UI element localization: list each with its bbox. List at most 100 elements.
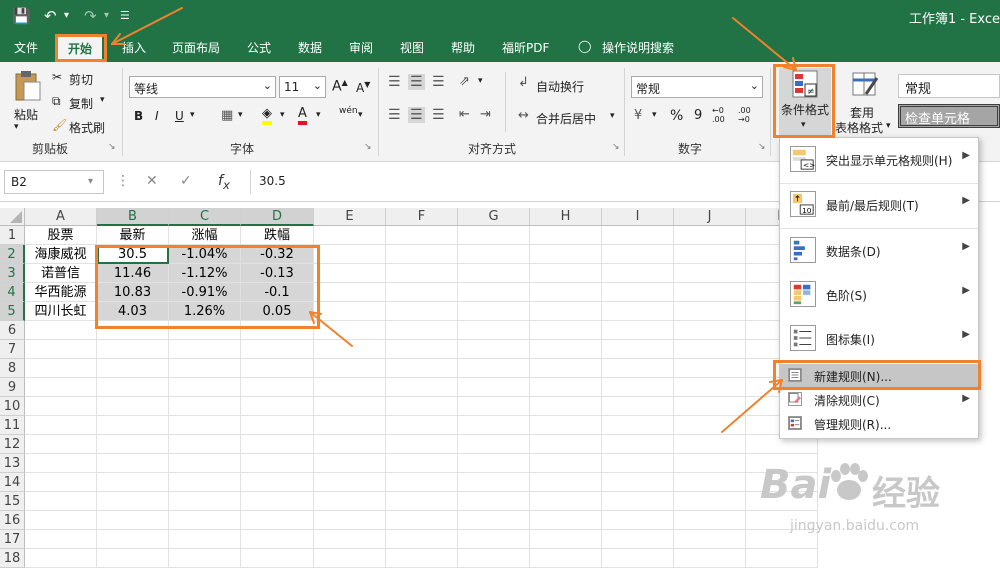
cell-h11[interactable] [530,416,602,435]
cell-i17[interactable] [602,530,674,549]
cell-g6[interactable] [458,321,530,340]
column-header-h[interactable]: H [530,208,602,226]
tab-view[interactable]: 视图 [400,39,424,56]
cell-g16[interactable] [458,511,530,530]
cell-h2[interactable] [530,245,602,264]
format-painter-button[interactable]: 格式刷 [69,119,105,136]
underline-dropdown-icon[interactable]: ▾ [190,110,195,120]
cell-e2[interactable] [314,245,386,264]
cell-i2[interactable] [602,245,674,264]
cell-k18[interactable] [746,549,818,568]
cell-j7[interactable] [674,340,746,359]
cell-b6[interactable] [97,321,169,340]
cell-d10[interactable] [241,397,314,416]
cell-h3[interactable] [530,264,602,283]
cell-c2[interactable]: -1.04% [169,245,241,264]
font-size-combo[interactable]: 11 ⌄ [279,76,326,98]
align-center-icon[interactable]: ☰ [408,107,425,123]
cell-a6[interactable] [25,321,97,340]
font-color-icon[interactable]: A [298,107,307,125]
cell-a11[interactable] [25,416,97,435]
cell-a13[interactable] [25,454,97,473]
fill-color-dropdown-icon[interactable]: ▾ [280,110,285,120]
cell-g1[interactable] [458,226,530,245]
font-launcher-icon[interactable]: ↘ [364,142,372,152]
column-header-a[interactable]: A [25,208,97,226]
tab-home[interactable]: 开始 [58,36,103,62]
cell-c1[interactable]: 涨幅 [169,226,241,245]
enter-icon[interactable]: ✓ [180,173,192,189]
cell-c9[interactable] [169,378,241,397]
cell-b18[interactable] [97,549,169,568]
cell-f10[interactable] [386,397,458,416]
cell-h4[interactable] [530,283,602,302]
cell-j13[interactable] [674,454,746,473]
cell-b8[interactable] [97,359,169,378]
phonetic-dropdown-icon[interactable]: ▾ [358,110,363,120]
cell-g14[interactable] [458,473,530,492]
cell-e5[interactable] [314,302,386,321]
cell-d6[interactable] [241,321,314,340]
cell-f12[interactable] [386,435,458,454]
cell-h5[interactable] [530,302,602,321]
cell-f3[interactable] [386,264,458,283]
row-header-15[interactable]: 15 [0,492,25,511]
format-as-table-button[interactable]: 套用 表格格式 ▾ [835,68,892,136]
cell-i12[interactable] [602,435,674,454]
cell-g4[interactable] [458,283,530,302]
cell-c13[interactable] [169,454,241,473]
cell-j14[interactable] [674,473,746,492]
tab-help[interactable]: 帮助 [451,39,475,56]
cell-e11[interactable] [314,416,386,435]
italic-button[interactable]: I [155,109,159,123]
cell-j4[interactable] [674,283,746,302]
column-header-i[interactable]: I [602,208,674,226]
tab-file[interactable]: 文件 [14,39,38,56]
cell-i10[interactable] [602,397,674,416]
cell-d1[interactable]: 跌幅 [241,226,314,245]
cell-h17[interactable] [530,530,602,549]
cell-a7[interactable] [25,340,97,359]
cell-g7[interactable] [458,340,530,359]
orientation-dropdown-icon[interactable]: ▾ [478,76,483,86]
save-icon[interactable]: 💾 [12,7,31,25]
row-header-10[interactable]: 10 [0,397,25,416]
cell-f1[interactable] [386,226,458,245]
cell-d11[interactable] [241,416,314,435]
cell-b9[interactable] [97,378,169,397]
currency-dropdown-icon[interactable]: ▾ [652,110,657,120]
cell-e16[interactable] [314,511,386,530]
cell-a14[interactable] [25,473,97,492]
cell-j16[interactable] [674,511,746,530]
cell-h10[interactable] [530,397,602,416]
menu-item-data-bars[interactable]: 数据条(D) ▶ [780,231,978,271]
cell-b14[interactable] [97,473,169,492]
cell-g10[interactable] [458,397,530,416]
tab-foxit-pdf[interactable]: 福昕PDF [502,39,549,56]
cell-h7[interactable] [530,340,602,359]
cell-c16[interactable] [169,511,241,530]
cell-a1[interactable]: 股票 [25,226,97,245]
grow-font-icon[interactable]: A▲ [332,78,348,95]
cell-d17[interactable] [241,530,314,549]
cell-i15[interactable] [602,492,674,511]
cell-g8[interactable] [458,359,530,378]
row-header-9[interactable]: 9 [0,378,25,397]
row-header-8[interactable]: 8 [0,359,25,378]
cell-c11[interactable] [169,416,241,435]
cell-b7[interactable] [97,340,169,359]
cell-c12[interactable] [169,435,241,454]
cell-f14[interactable] [386,473,458,492]
cell-d18[interactable] [241,549,314,568]
phonetic-guide-icon[interactable]: wén [339,106,358,116]
cell-e18[interactable] [314,549,386,568]
cell-a16[interactable] [25,511,97,530]
cell-a9[interactable] [25,378,97,397]
cancel-icon[interactable]: ✕ [146,173,158,189]
cell-j18[interactable] [674,549,746,568]
cell-d14[interactable] [241,473,314,492]
cell-a15[interactable] [25,492,97,511]
menu-item-icon-sets[interactable]: 图标集(I) ▶ [780,319,978,359]
cell-i5[interactable] [602,302,674,321]
align-right-icon[interactable]: ☰ [432,107,445,123]
